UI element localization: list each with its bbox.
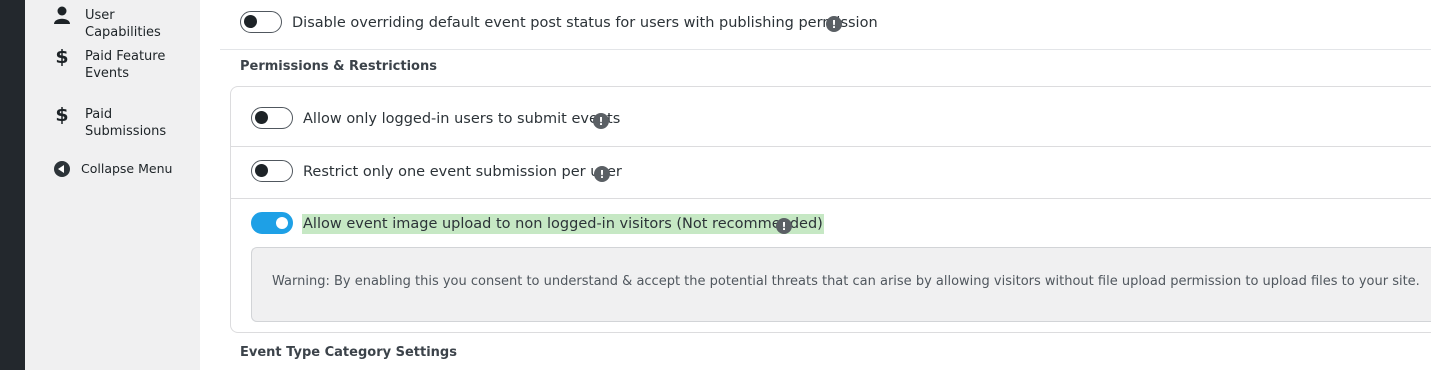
dollar-icon: $	[55, 104, 69, 126]
admin-sidebar: User Capabilities $ Paid Feature Events …	[25, 0, 200, 370]
toggle-knob	[244, 15, 257, 28]
section-title-event-type-category: Event Type Category Settings	[240, 345, 457, 360]
sidebar-item-paid-submissions[interactable]: $ Paid Submissions	[25, 105, 200, 141]
row-divider	[231, 146, 1431, 147]
sidebar-item-label: Paid Feature Events	[85, 49, 166, 81]
option-label: Restrict only one event submission per u…	[303, 164, 622, 180]
toggle-allow-image-upload-visitors[interactable]	[251, 212, 293, 234]
toggle-knob	[255, 111, 268, 124]
info-icon[interactable]: !	[826, 16, 842, 32]
info-icon[interactable]: !	[594, 166, 610, 182]
sidebar-item-label: User Capabilities	[85, 8, 161, 40]
admin-edge-strip	[0, 0, 25, 370]
option-label-highlighted: Allow event image upload to non logged-i…	[302, 214, 824, 234]
person-icon	[52, 6, 72, 24]
collapse-arrow-icon	[52, 161, 72, 177]
sidebar-item-paid-feature-events[interactable]: $ Paid Feature Events	[25, 47, 200, 83]
sidebar-item-label: Paid Submissions	[85, 107, 167, 139]
sidebar-item-user-capabilities[interactable]: User Capabilities	[25, 6, 200, 40]
toggle-knob	[276, 216, 288, 229]
toggle-disable-overriding-status[interactable]	[240, 11, 282, 33]
option-label: Allow only logged-in users to submit eve…	[303, 111, 621, 127]
settings-content: Disable overriding default event post st…	[200, 0, 1431, 370]
info-icon[interactable]: !	[776, 218, 792, 234]
warning-text: Warning: By enabling this you consent to…	[272, 274, 1420, 289]
toggle-logged-in-only[interactable]	[251, 107, 293, 129]
warning-box: Warning: By enabling this you consent to…	[251, 247, 1431, 322]
toggle-one-submission-per-user[interactable]	[251, 160, 293, 182]
collapse-menu-label: Collapse Menu	[81, 161, 173, 176]
option-label: Disable overriding default event post st…	[292, 15, 878, 31]
collapse-menu-button[interactable]: Collapse Menu	[25, 160, 200, 178]
row-divider	[231, 198, 1431, 199]
section-title-permissions: Permissions & Restrictions	[240, 59, 437, 74]
dollar-icon: $	[55, 46, 69, 68]
divider	[220, 49, 1431, 50]
info-icon[interactable]: !	[593, 113, 609, 129]
toggle-knob	[255, 164, 268, 177]
